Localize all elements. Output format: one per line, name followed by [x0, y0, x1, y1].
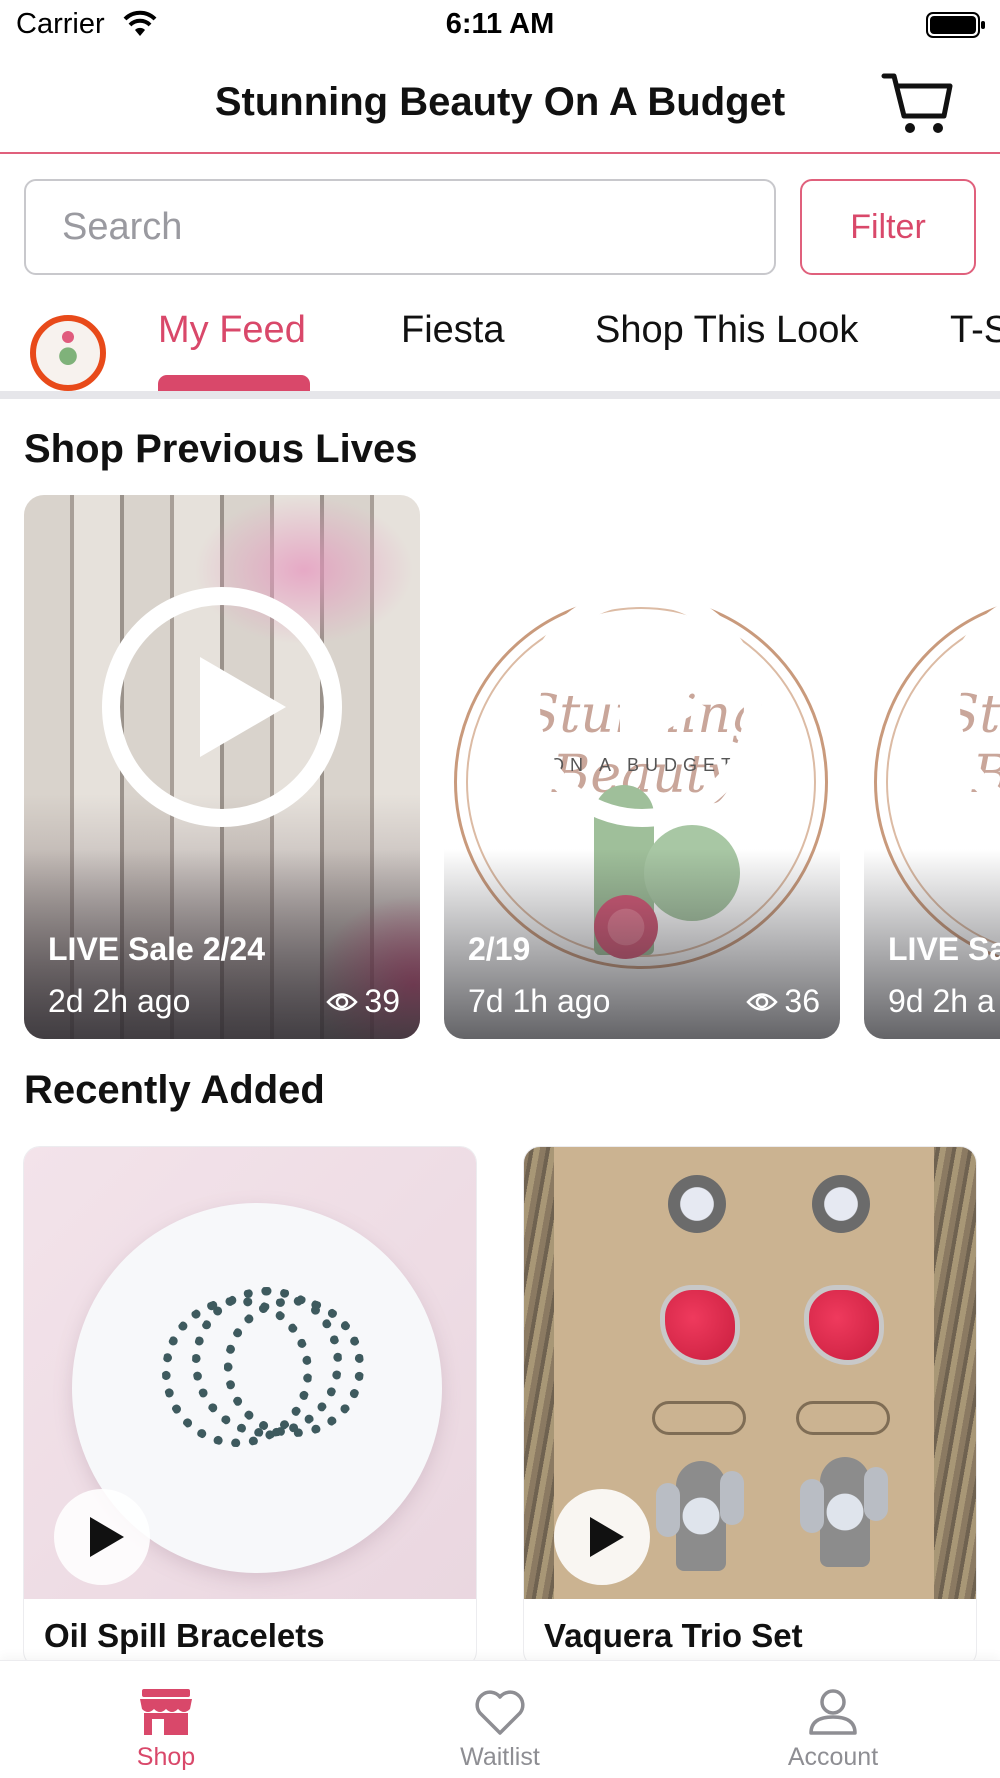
cart-button[interactable] — [880, 68, 956, 138]
earring-art — [656, 1483, 680, 1537]
live-card[interactable]: LIVE Sale 2/24 2d 2h ago 39 — [24, 495, 420, 1039]
status-bar: Carrier 6:11 AM — [0, 0, 1000, 50]
nav-label: Account — [787, 1743, 879, 1771]
live-title: 2/19 — [468, 931, 531, 967]
cart-icon — [881, 73, 953, 133]
battery-icon — [926, 12, 985, 38]
tab-fiesta[interactable]: Fiesta — [401, 309, 504, 352]
live-card[interactable]: Stunning Beauty LIVE Sa 9d 2h a — [864, 495, 1000, 1039]
page-title: Stunning Beauty On A Budget — [214, 80, 786, 124]
eye-icon — [326, 992, 359, 1011]
play-icon[interactable] — [522, 587, 762, 827]
product-name: Vaquera Trio Set — [544, 1617, 803, 1654]
shop-avatar[interactable] — [30, 315, 106, 391]
earring-art — [812, 1175, 870, 1233]
bottom-nav: Shop Waitlist Account — [0, 1660, 1000, 1778]
status-time: 6:11 AM — [445, 8, 555, 40]
earring-art — [720, 1471, 744, 1525]
section-title-recently-added: Recently Added — [24, 1068, 325, 1112]
live-time: 2d 2h ago — [48, 983, 191, 1019]
earring-card-art — [796, 1401, 890, 1435]
view-count: 39 — [364, 983, 400, 1019]
avatar-logo-mark — [62, 331, 74, 343]
earring-art — [820, 1457, 870, 1567]
nav-label: Waitlist — [460, 1743, 540, 1771]
play-icon[interactable] — [102, 587, 342, 827]
live-views: 39 — [326, 983, 400, 1020]
earring-art — [668, 1175, 726, 1233]
live-card[interactable]: Stunning Beauty ON A BUDGET 2/19 7d 1h a… — [444, 495, 840, 1039]
live-title: LIVE Sale 2/24 — [48, 931, 266, 967]
live-views: 36 — [746, 983, 820, 1020]
nav-item-account[interactable]: Account — [733, 1661, 933, 1778]
play-icon[interactable] — [54, 1489, 150, 1585]
live-time: 9d 2h a — [888, 983, 995, 1019]
earring-art — [864, 1467, 888, 1521]
person-icon — [809, 1689, 857, 1735]
play-icon[interactable] — [554, 1489, 650, 1585]
nav-item-shop[interactable]: Shop — [66, 1661, 266, 1778]
category-tabs: My Feed Fiesta Shop This Look T-S — [0, 295, 1000, 399]
nav-item-waitlist[interactable]: Waitlist — [400, 1661, 600, 1778]
live-title: LIVE Sa — [888, 931, 1000, 967]
product-image — [524, 1147, 976, 1599]
tab-shop-this-look[interactable]: Shop This Look — [595, 309, 858, 352]
product-name: Oil Spill Bracelets — [44, 1617, 325, 1654]
tab-t-s[interactable]: T-S — [950, 309, 1000, 352]
product-card[interactable]: Oil Spill Bracelets — [24, 1147, 476, 1667]
app-header: Stunning Beauty On A Budget — [0, 50, 1000, 154]
previous-lives-carousel[interactable]: LIVE Sale 2/24 2d 2h ago 39 Stunning Bea… — [0, 495, 1000, 1039]
eye-icon — [746, 992, 779, 1011]
earring-art — [676, 1461, 726, 1571]
earring-art — [800, 1479, 824, 1533]
search-input[interactable] — [24, 179, 776, 275]
live-time: 7d 1h ago — [468, 983, 611, 1019]
section-title-previous-lives: Shop Previous Lives — [24, 427, 418, 471]
heart-icon — [475, 1690, 525, 1735]
product-image — [24, 1147, 476, 1599]
filter-button[interactable]: Filter — [800, 179, 976, 275]
tab-my-feed[interactable]: My Feed — [158, 309, 306, 352]
active-tab-indicator — [158, 375, 310, 391]
shop-icon — [140, 1689, 192, 1735]
product-card[interactable]: Vaquera Trio Set — [524, 1147, 976, 1667]
view-count: 36 — [784, 983, 820, 1019]
nav-label: Shop — [136, 1743, 196, 1771]
earring-card-art — [652, 1401, 746, 1435]
